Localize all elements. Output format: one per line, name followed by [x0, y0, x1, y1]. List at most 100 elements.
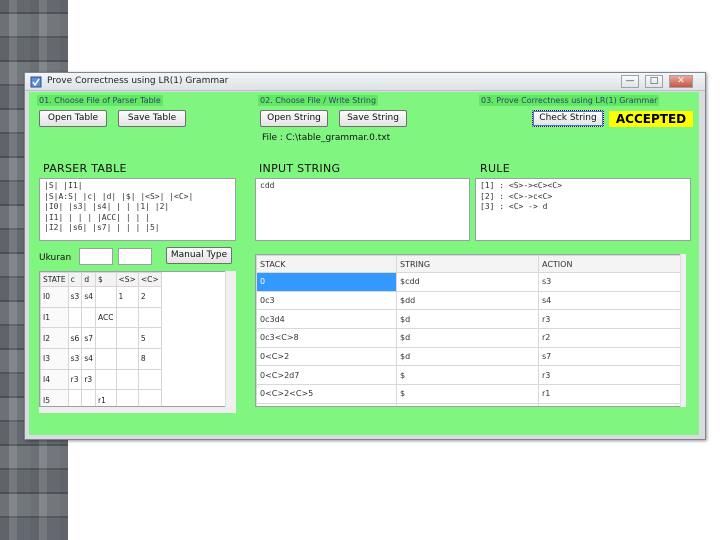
parser-grid-cell[interactable]: [95, 368, 117, 391]
check-string-button[interactable]: Check String: [532, 110, 604, 127]
parser-column-header[interactable]: c: [67, 272, 83, 287]
stack-grid-cell[interactable]: r3: [538, 309, 685, 330]
parser-grid-cell[interactable]: [95, 286, 117, 308]
stack-grid-row[interactable]: 0<C>2<C>5 $ r1: [256, 384, 685, 404]
parser-column-header[interactable]: <S>: [115, 272, 139, 287]
parser-grid[interactable]: STATE c d $ <S> <C> I0 s3 s4 1 2 I1 ACC I2 s6 s7 5 I3 s3 s…: [39, 271, 236, 407]
parser-grid-vscrollbar[interactable]: [225, 271, 236, 407]
stack-grid-cell[interactable]: 0<S>1: [256, 402, 397, 406]
stack-grid-row[interactable]: 0<C>2d7 $ r3: [256, 365, 685, 386]
stack-grid-row[interactable]: 0<S>1$ACC: [256, 402, 685, 406]
stack-grid-cell[interactable]: $: [396, 384, 539, 404]
parser-grid-cell[interactable]: [81, 389, 97, 406]
parser-grid-cell[interactable]: [115, 389, 139, 406]
stack-grid-row[interactable]: 0c3<C>8 $d r2: [256, 328, 685, 348]
stack-grid-cell[interactable]: 0<C>2d7: [256, 365, 397, 386]
maximize-button[interactable]: □: [645, 75, 663, 88]
stack-grid-cell[interactable]: 0<C>2<C>5: [256, 384, 397, 404]
parser-grid-cell[interactable]: [67, 306, 83, 329]
parser-grid-cell[interactable]: [95, 327, 117, 350]
parser-table-textbox[interactable]: |S| |I1| |S|A:S| |c| |d| |$| |<S>| |<C>|…: [39, 178, 236, 241]
parser-grid-cell[interactable]: r3: [81, 368, 97, 391]
stack-grid-cell[interactable]: $d: [396, 309, 539, 330]
stack-grid-row[interactable]: 0c3d4 $d r3: [256, 309, 685, 330]
parser-grid-cell[interactable]: r1: [95, 389, 117, 406]
stack-column-header[interactable]: STRING: [396, 255, 539, 273]
stack-grid-cell[interactable]: $d: [396, 346, 539, 367]
open-table-button[interactable]: Open Table: [39, 110, 107, 127]
parser-column-header[interactable]: d: [81, 272, 97, 287]
parser-column-header[interactable]: $: [95, 272, 117, 287]
parser-grid-cell[interactable]: r3: [67, 368, 83, 391]
parser-grid-cell[interactable]: [115, 306, 139, 329]
parser-grid-cell[interactable]: s3: [67, 348, 83, 370]
parser-grid-cell[interactable]: s4: [81, 348, 97, 370]
parser-grid-cell[interactable]: [115, 368, 139, 391]
stack-grid-row[interactable]: 0 $cdd s3: [256, 272, 685, 292]
parser-grid-row[interactable]: I2 s6 s7 5: [40, 327, 162, 350]
parser-grid-cell[interactable]: 5: [137, 327, 162, 350]
stack-grid-cell[interactable]: 0c3d4: [256, 309, 397, 330]
parser-column-header[interactable]: STATE: [40, 272, 69, 287]
parser-grid-row[interactable]: I0 s3 s4 1 2: [40, 286, 162, 308]
stack-column-header[interactable]: STACK: [256, 255, 397, 273]
parser-grid-cell[interactable]: I0: [40, 286, 69, 308]
parser-grid-cell[interactable]: I3: [40, 348, 69, 370]
parser-grid-cell[interactable]: [115, 327, 139, 350]
parser-grid-cell[interactable]: [81, 306, 97, 329]
stack-grid-cell[interactable]: ACC: [538, 402, 685, 406]
stack-grid-cell[interactable]: $: [396, 402, 539, 406]
parser-grid-row[interactable]: I1 ACC: [40, 306, 162, 329]
open-string-button[interactable]: Open String: [260, 110, 328, 127]
stack-grid[interactable]: STACK STRING ACTION 0 $cdd s3 0c3 $dd s4 0c3d4 $d…: [255, 254, 686, 407]
parser-grid-hscrollbar[interactable]: [39, 407, 236, 413]
parser-grid-cell[interactable]: [67, 389, 83, 406]
stack-grid-cell[interactable]: s7: [538, 346, 685, 367]
stack-grid-cell[interactable]: s4: [538, 290, 685, 311]
parser-grid-cell[interactable]: [137, 389, 162, 406]
stack-grid-vscrollbar[interactable]: [680, 254, 686, 407]
stack-grid-cell[interactable]: 0c3: [256, 290, 397, 311]
stack-grid-cell[interactable]: 0c3<C>8: [256, 328, 397, 348]
save-string-button[interactable]: Save String: [339, 110, 407, 127]
parser-grid-cell[interactable]: 2: [137, 286, 162, 308]
stack-grid-row[interactable]: 0c3 $dd s4: [256, 290, 685, 311]
parser-grid-cell[interactable]: I4: [40, 368, 69, 391]
stack-grid-row[interactable]: 0<C>2 $d s7: [256, 346, 685, 367]
title-bar[interactable]: Prove Correctness using LR(1) Grammar — …: [25, 73, 705, 91]
parser-grid-cell[interactable]: I2: [40, 327, 69, 350]
parser-column-header[interactable]: <C>: [137, 272, 162, 287]
parser-grid-cell[interactable]: 8: [137, 348, 162, 370]
parser-grid-row[interactable]: I4 r3 r3: [40, 368, 162, 391]
stack-grid-cell[interactable]: 0<C>2: [256, 346, 397, 367]
stack-grid-cell[interactable]: $: [396, 365, 539, 386]
parser-grid-cell[interactable]: s4: [81, 286, 97, 308]
stack-grid-cell[interactable]: r1: [538, 384, 685, 404]
rule-textbox[interactable]: [1] : <S>-><C><C> [2] : <C>->c<C> [3] : …: [475, 178, 691, 241]
ukuran-cols-input[interactable]: [118, 248, 152, 265]
close-button[interactable]: ✕: [669, 75, 693, 88]
stack-grid-cell[interactable]: r2: [538, 328, 685, 348]
parser-grid-cell[interactable]: s7: [81, 327, 97, 350]
parser-grid-cell[interactable]: I5: [40, 389, 69, 406]
stack-grid-cell[interactable]: s3: [538, 272, 685, 292]
parser-grid-cell[interactable]: I1: [40, 306, 69, 329]
parser-grid-row[interactable]: I5 r1: [40, 389, 162, 406]
parser-grid-row[interactable]: I3 s3 s4 8: [40, 348, 162, 370]
stack-grid-cell[interactable]: $cdd: [396, 272, 539, 292]
parser-grid-cell[interactable]: [137, 368, 162, 391]
parser-grid-cell[interactable]: [115, 348, 139, 370]
stack-column-header[interactable]: ACTION: [538, 255, 685, 273]
input-string-textbox[interactable]: cdd: [255, 178, 470, 241]
parser-grid-cell[interactable]: s3: [67, 286, 83, 308]
stack-grid-cell[interactable]: $d: [396, 328, 539, 348]
parser-grid-cell[interactable]: 1: [115, 286, 139, 308]
ukuran-rows-input[interactable]: [79, 248, 113, 265]
stack-grid-cell[interactable]: $dd: [396, 290, 539, 311]
parser-grid-cell[interactable]: s6: [67, 327, 83, 350]
manual-type-button[interactable]: Manual Type: [166, 247, 232, 264]
stack-grid-cell[interactable]: r3: [538, 365, 685, 386]
save-table-button[interactable]: Save Table: [118, 110, 186, 127]
parser-grid-cell[interactable]: ACC: [95, 306, 117, 329]
parser-grid-cell[interactable]: [95, 348, 117, 370]
